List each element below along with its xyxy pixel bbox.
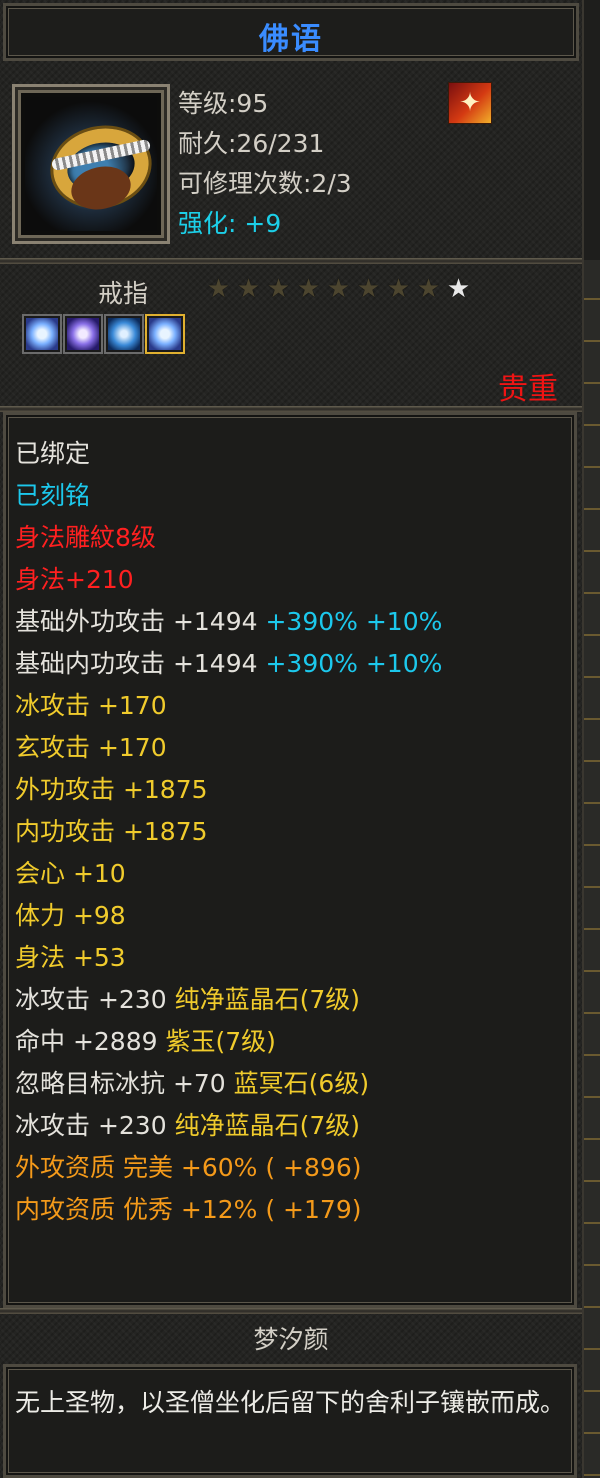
property-line: 身法 +53: [15, 943, 126, 972]
gold-ring-icon: [25, 97, 157, 231]
property-line: 已绑定: [15, 439, 91, 468]
item-name: 佛语: [259, 22, 323, 57]
property-base: 基础内功攻击 +1494: [15, 649, 266, 678]
property-line: 忽略目标冰抗 +70 蓝冥石(6级): [15, 1063, 442, 1105]
property-line: 外攻资质 完美 +60% ( +896): [15, 1153, 362, 1182]
property-extra: 蓝冥石(6级): [233, 1069, 370, 1098]
star-rating: ★ ★ ★ ★ ★ ★ ★ ★ ★: [204, 274, 474, 304]
property-line: 基础内功攻击 +1494 +390% +10%: [15, 643, 442, 685]
property-line: 冰攻击 +230 纯净蓝晶石(7级): [15, 979, 442, 1021]
property-line: 体力 +98: [15, 901, 126, 930]
property-line: 基础外功攻击 +1494 +390% +10%: [15, 601, 442, 643]
item-level: 等级:95: [178, 89, 269, 118]
star-icon: ★: [386, 274, 412, 304]
item-description: 无上圣物，以圣僧坐化后留下的舍利子镶嵌而成。: [15, 1388, 566, 1417]
star-icon: ★: [266, 274, 292, 304]
property-base: 命中 +2889: [15, 1027, 166, 1056]
properties-list: 已绑定已刻铭身法雕紋8级 身法+210 基础外功攻击 +1494 +390% +10…: [15, 433, 442, 1231]
property-line: 冰攻击 +230 纯净蓝晶石(7级): [15, 1105, 442, 1147]
sapphire-gem-icon[interactable]: [104, 314, 144, 354]
star-icon: ★: [416, 274, 442, 304]
diamond-gem-icon[interactable]: [145, 314, 185, 354]
star-icon: ★: [326, 274, 352, 304]
property-extra: +390% +10%: [265, 649, 443, 678]
property-line: 已刻铭: [15, 481, 91, 510]
star-icon: ★: [296, 274, 322, 304]
item-icon-frame: [12, 84, 170, 244]
property-base: 冰攻击 +230: [15, 985, 175, 1014]
phoenix-badge-icon: ✦: [448, 82, 492, 124]
property-line: 外功攻击 +1875: [15, 775, 208, 804]
item-enhance-level: 强化: +9: [178, 209, 282, 238]
item-type: 戒指: [98, 279, 149, 308]
property-base: 基础外功攻击 +1494: [15, 607, 266, 636]
item-base-stats: 等级:95 耐久:26/231 可修理次数:2/3 强化: +9: [178, 84, 352, 244]
star-icon: ★: [206, 274, 232, 304]
star-icon: ★: [356, 274, 382, 304]
property-extra: 纯净蓝晶石(7级): [174, 1111, 360, 1140]
item-durability: 耐久:26/231: [178, 129, 325, 158]
socketed-gems: [22, 314, 188, 356]
property-extra: +390% +10%: [265, 607, 443, 636]
background-window-frame: [584, 260, 600, 1478]
property-base: 冰攻击 +230: [15, 1111, 175, 1140]
divider: [0, 258, 582, 264]
property-line: 玄攻击 +170: [15, 733, 167, 762]
property-line: 命中 +2889 紫玉(7级): [15, 1021, 442, 1063]
property-line: 身法雕紋8级: [15, 523, 156, 552]
set-name: 梦汐颜: [253, 1325, 329, 1354]
property-extra: 纯净蓝晶石(7级): [174, 985, 360, 1014]
rarity-label: 贵重: [498, 372, 558, 407]
diamond-gem-icon[interactable]: [22, 314, 62, 354]
property-base: 忽略目标冰抗 +70: [15, 1069, 234, 1098]
property-line: 内攻资质 优秀 +12% ( +179): [15, 1195, 362, 1224]
property-line: 冰攻击 +170: [15, 691, 167, 720]
property-line: 身法+210: [15, 565, 134, 594]
property-line: 会心 +10: [15, 859, 126, 888]
property-line: 内功攻击 +1875: [15, 817, 208, 846]
item-repair-count: 可修理次数:2/3: [178, 169, 352, 198]
divider: [0, 1308, 582, 1314]
amethyst-gem-icon[interactable]: [63, 314, 103, 354]
property-extra: 紫玉(7级): [165, 1027, 276, 1056]
star-icon: ★: [446, 274, 472, 304]
star-icon: ★: [236, 274, 262, 304]
